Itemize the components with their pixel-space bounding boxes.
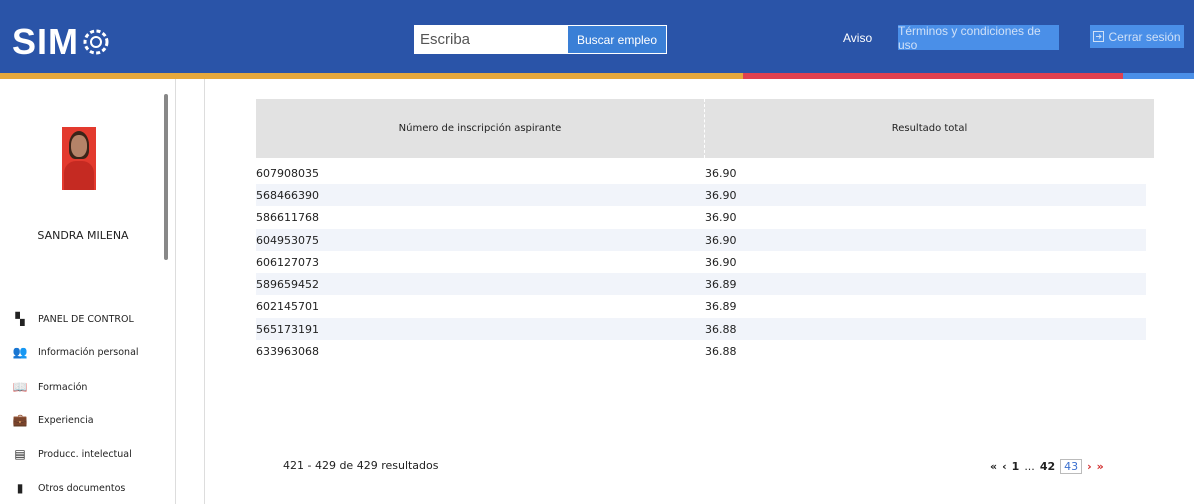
result-total: 36.88 <box>705 323 737 336</box>
table-row: 606127073 36.90 <box>256 251 1146 273</box>
inscription-number: 602145701 <box>256 300 319 313</box>
content-divider <box>204 79 205 504</box>
sidebar-item-label: PANEL DE CONTROL <box>38 313 134 325</box>
sidebar-item-label: Experiencia <box>38 414 94 426</box>
inscription-number: 604953075 <box>256 234 319 247</box>
accent-stripe-red <box>743 73 1123 79</box>
gear-logo-icon <box>83 29 109 55</box>
current-page-input[interactable]: 43 <box>1060 459 1083 474</box>
inscription-number: 589659452 <box>256 278 319 291</box>
terms-button[interactable]: Términos y condiciones de uso <box>898 24 1059 52</box>
sidebar-item-panel[interactable]: ▚ PANEL DE CONTROL <box>12 312 134 326</box>
result-total: 36.90 <box>705 189 737 202</box>
result-total: 36.89 <box>705 278 737 291</box>
document-icon: ▮ <box>16 481 24 495</box>
result-total: 36.90 <box>705 211 737 224</box>
result-total: 36.90 <box>705 256 737 269</box>
education-icon: 📖 <box>12 380 28 394</box>
sidebar-item-personal-info[interactable]: 👥 Información personal <box>12 345 139 359</box>
column-header-result[interactable]: Resultado total <box>705 99 1154 158</box>
people-icon: 👥 <box>12 345 28 359</box>
table-row: 602145701 36.89 <box>256 295 1146 317</box>
inscription-number: 633963068 <box>256 345 319 358</box>
sidebar-item-experience[interactable]: 💼 Experiencia <box>12 413 94 427</box>
page-1-link[interactable]: 1 <box>1012 460 1020 473</box>
simo-logo[interactable]: SIM <box>12 21 111 62</box>
publication-icon: ▤ <box>14 447 26 461</box>
table-header: Número de inscripción aspirante Resultad… <box>256 99 1154 158</box>
first-page-icon[interactable]: « <box>990 460 997 473</box>
logout-button[interactable]: Cerrar sesión <box>1090 25 1184 48</box>
inscription-number: 606127073 <box>256 256 319 269</box>
result-total: 36.88 <box>705 345 737 358</box>
top-header: SIM Buscar empleo Aviso Términos y condi… <box>0 0 1194 73</box>
inscription-number: 607908035 <box>256 167 319 180</box>
inscription-number: 565173191 <box>256 323 319 336</box>
result-total: 36.90 <box>705 234 737 247</box>
page-42-link[interactable]: 42 <box>1040 460 1055 473</box>
column-header-inscription[interactable]: Número de inscripción aspirante <box>256 99 705 158</box>
pagination: « ‹ 1 ... 42 43 › » <box>990 459 1104 474</box>
avatar <box>62 127 96 190</box>
result-total: 36.90 <box>705 167 737 180</box>
sidebar-item-label: Información personal <box>38 346 139 358</box>
table-row: 604953075 36.90 <box>256 229 1146 251</box>
result-total: 36.89 <box>705 300 737 313</box>
table-row: 607908035 36.90 <box>256 162 1146 184</box>
results-count: 421 - 429 de 429 resultados <box>283 459 439 472</box>
sidebar-item-intellectual[interactable]: ▤ Producc. intelectual <box>12 447 132 461</box>
dashboard-icon: ▚ <box>15 312 25 326</box>
aviso-link[interactable]: Aviso <box>843 31 872 45</box>
search-job-button[interactable]: Buscar empleo <box>567 25 667 54</box>
inscription-number: 586611768 <box>256 211 319 224</box>
sidebar-item-education[interactable]: 📖 Formación <box>12 380 88 394</box>
prev-page-icon[interactable]: ‹ <box>1002 460 1007 473</box>
table-row: 633963068 36.88 <box>256 340 1146 362</box>
briefcase-icon: 💼 <box>12 413 28 427</box>
next-page-icon[interactable]: › <box>1087 460 1092 473</box>
table-row: 568466390 36.90 <box>256 184 1146 206</box>
sidebar-item-documents[interactable]: ▮ Otros documentos <box>12 481 126 495</box>
accent-stripe-blue <box>1123 73 1194 79</box>
table-row: 586611768 36.90 <box>256 206 1146 228</box>
table-row: 565173191 36.88 <box>256 318 1146 340</box>
last-page-icon[interactable]: » <box>1097 460 1104 473</box>
table-row: 589659452 36.89 <box>256 273 1146 295</box>
sidebar-item-label: Producc. intelectual <box>38 448 132 460</box>
pagination-ellipsis: ... <box>1024 460 1035 473</box>
search-input[interactable] <box>414 25 567 54</box>
logout-icon <box>1093 31 1105 42</box>
sidebar-item-label: Otros documentos <box>38 482 126 494</box>
logout-label: Cerrar sesión <box>1108 29 1181 44</box>
user-name: SANDRA MILENA <box>37 229 129 242</box>
inscription-number: 568466390 <box>256 189 319 202</box>
sidebar-item-label: Formación <box>38 381 88 393</box>
